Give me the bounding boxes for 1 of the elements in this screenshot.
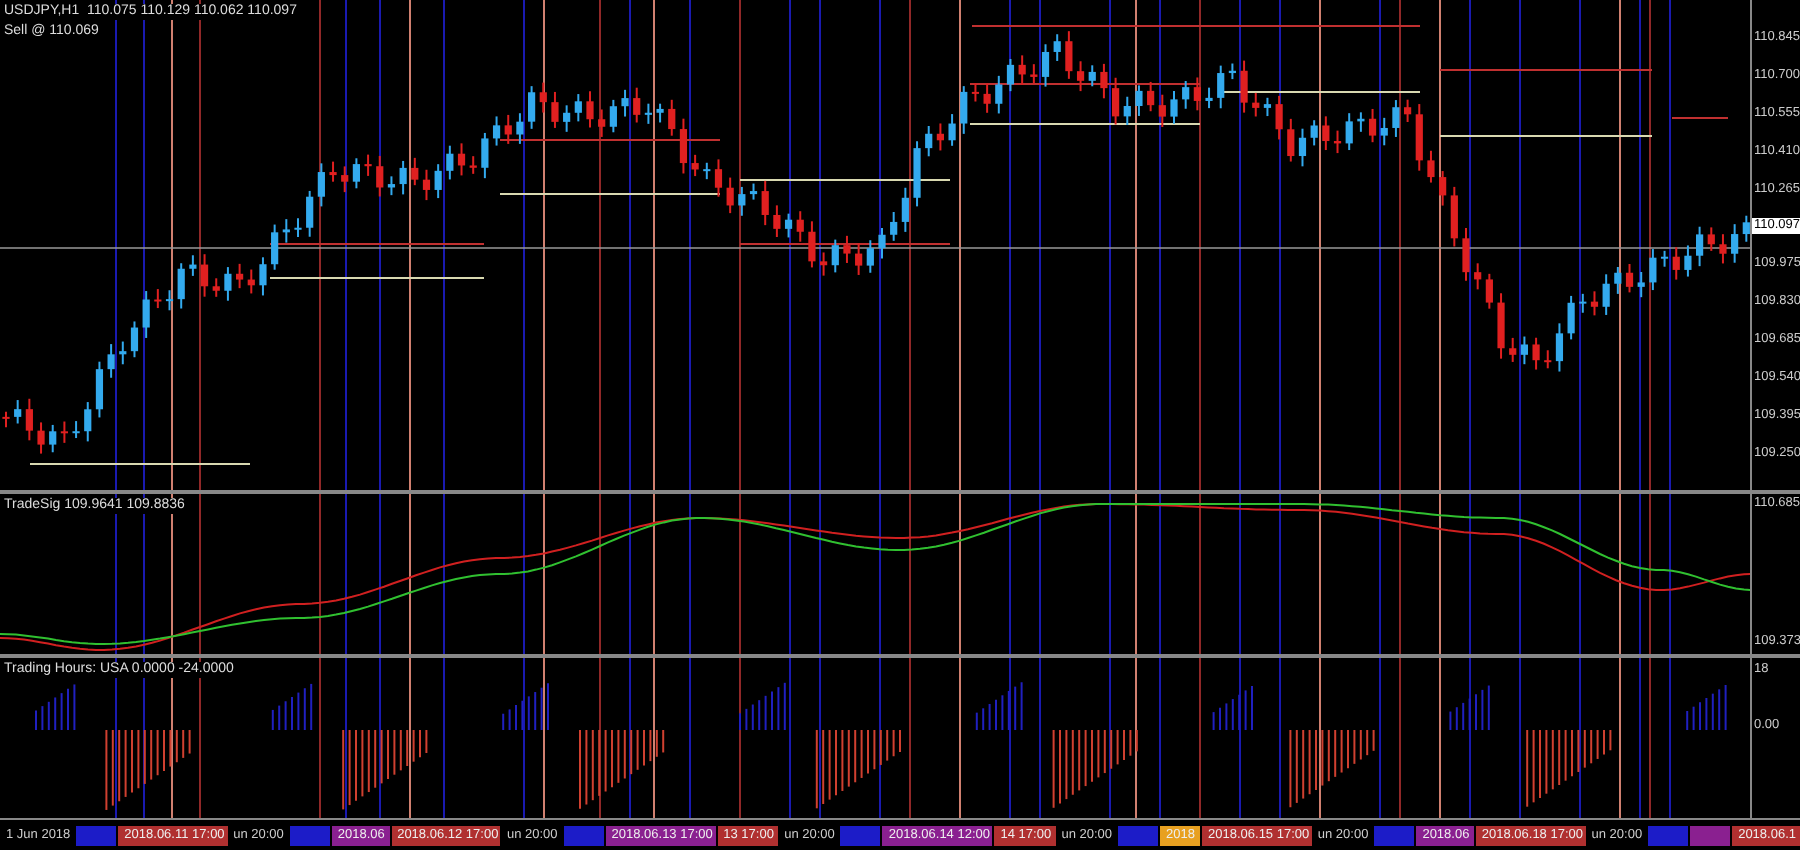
level-line <box>1671 117 1729 119</box>
